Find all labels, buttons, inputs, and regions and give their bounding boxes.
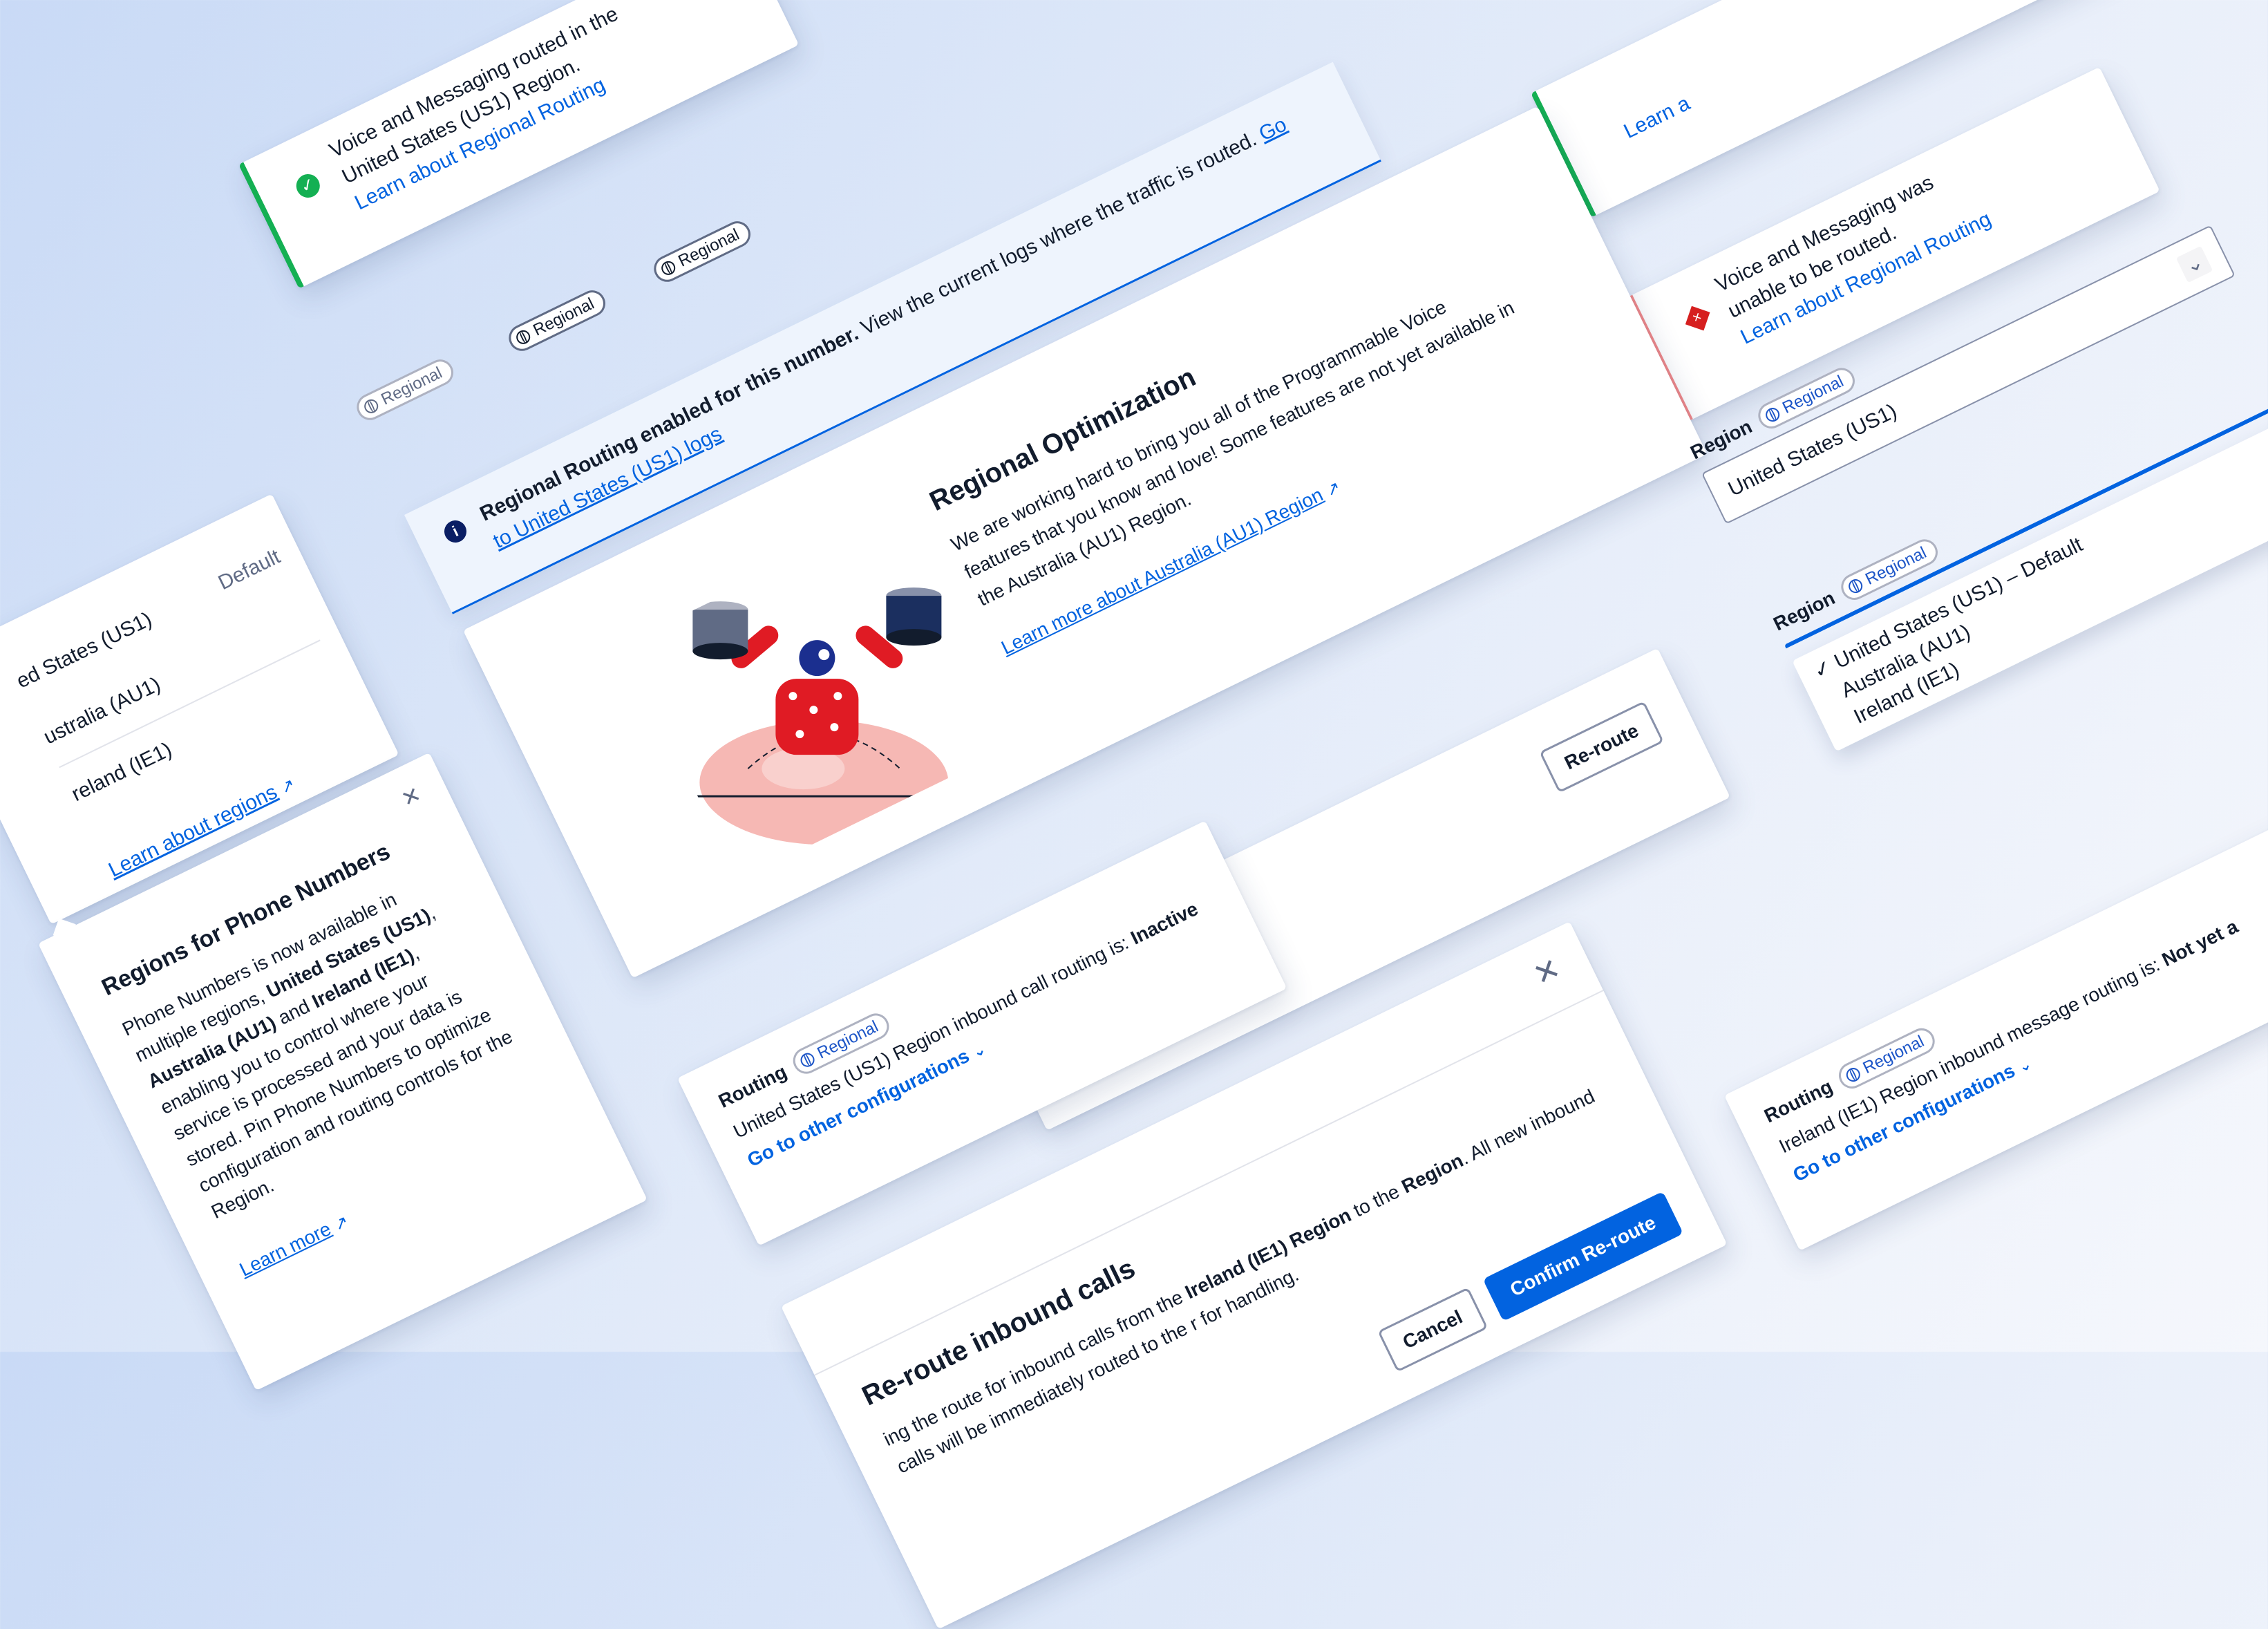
close-icon[interactable]: ✕ [1528, 951, 1566, 992]
info-icon: i [440, 516, 471, 547]
confirm-reroute-button[interactable]: Confirm Re-route [1482, 1191, 1684, 1322]
globe-icon [659, 258, 678, 278]
popover-body: Phone Numbers is now available in multip… [118, 888, 516, 1223]
chevron-down-icon: ⌄ [2175, 245, 2213, 283]
chevron-down-icon: ⌄ [2015, 1055, 2034, 1076]
close-icon[interactable]: ✕ [397, 782, 425, 812]
globe-icon [1844, 1065, 1862, 1084]
badge-label: Regional [378, 363, 446, 409]
regional-badge-3: Regional [352, 355, 458, 425]
globe-icon [797, 1051, 817, 1070]
regional-badge-2: Regional [504, 285, 610, 356]
globe-icon [1846, 576, 1865, 596]
routing-card-right: Routing Regional Ireland (IE1) Region in… [1724, 792, 2268, 1251]
globe-icon [1763, 405, 1782, 424]
canvas: ✓ Voice and Messaging routed in the Unit… [0, 0, 2268, 1629]
external-link-icon: ↗ [277, 775, 299, 798]
badge-label: Regional [530, 294, 598, 340]
reroute-button[interactable]: Re-route [1539, 701, 1665, 793]
badge-label: Regional [675, 225, 743, 271]
external-link-icon: ↗ [1323, 478, 1344, 501]
toast-link[interactable]: Learn a [1620, 92, 1694, 143]
globe-icon [361, 397, 381, 416]
cancel-button[interactable]: Cancel [1377, 1287, 1489, 1373]
default-tag: Default [214, 545, 284, 595]
check-circle-icon: ✓ [292, 170, 324, 202]
chevron-down-icon: ⌄ [969, 1039, 989, 1062]
learn-more-link[interactable]: Learn more [236, 1218, 334, 1281]
regional-badge-1: Regional [650, 216, 755, 287]
external-link-icon: ↗ [331, 1212, 352, 1235]
routing-status-prefix: Ireland (IE1) Region inbound message rou… [1775, 951, 2168, 1158]
globe-icon [513, 328, 533, 347]
error-icon: ✕ [1685, 305, 1710, 331]
